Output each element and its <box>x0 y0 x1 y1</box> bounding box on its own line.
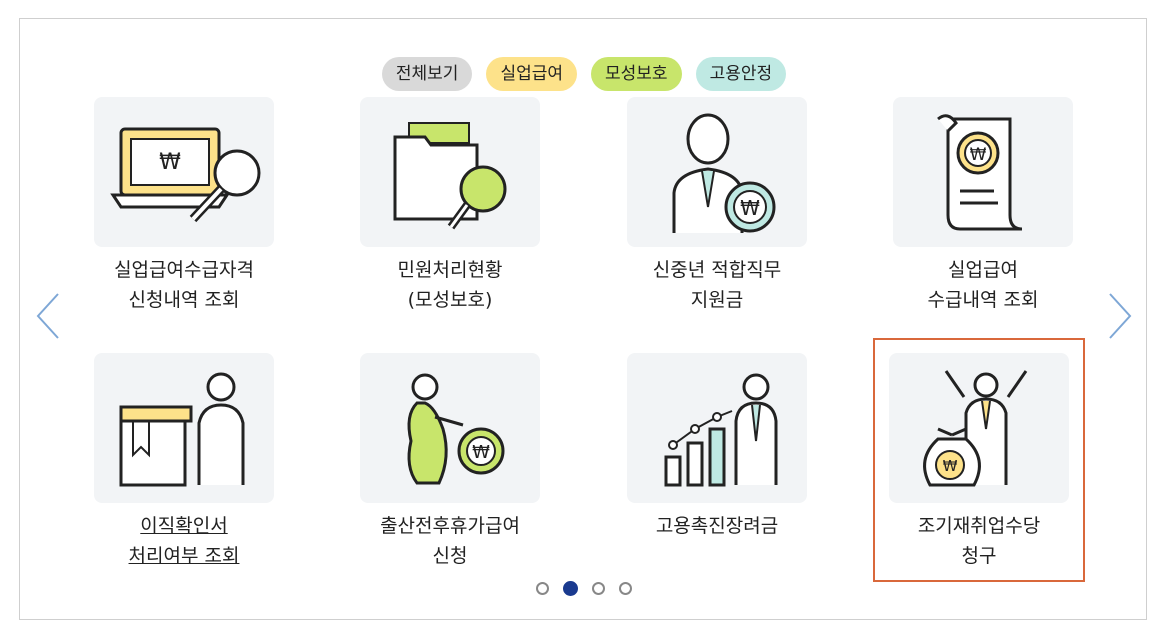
tile-label: 실업급여 수급내역 조회 <box>927 259 1039 311</box>
page-dot-4[interactable] <box>618 582 632 595</box>
tile-label: 민원처리현황 (모성보호) <box>397 259 503 311</box>
chevron-right-icon <box>1109 293 1132 339</box>
tile-maternity-leave-benefit[interactable]: ₩ 출산전후휴가급여 신청 <box>348 353 552 571</box>
tile-art <box>627 353 807 503</box>
svg-text:₩: ₩ <box>159 150 181 175</box>
tile-separation-confirmation[interactable]: 이직확인서 처리여부 조회 <box>82 353 286 571</box>
laptop-magnifier-icon: ₩ <box>110 127 261 223</box>
tile-art: ₩ <box>889 353 1069 503</box>
carousel-prev-button[interactable] <box>34 290 62 342</box>
page-dot-1[interactable] <box>535 582 549 595</box>
growth-chart-person-icon <box>664 373 778 487</box>
tile-art: ₩ <box>627 97 807 247</box>
senior-worker-coin-icon: ₩ <box>672 113 776 233</box>
svg-text:₩: ₩ <box>970 145 987 165</box>
tile-early-reemployment-allowance[interactable]: ₩ 조기재취업수당 청구 <box>873 338 1085 582</box>
tile-art: ₩ <box>893 97 1073 247</box>
tile-unemployment-payment-history[interactable]: ₩ 실업급여 수급내역 조회 <box>881 97 1085 315</box>
won-document-icon: ₩ <box>937 114 1023 231</box>
tile-art <box>94 353 274 503</box>
tile-employment-promotion-incentive[interactable]: 고용촉진장려금 <box>615 353 819 541</box>
svg-text:₩: ₩ <box>472 442 490 463</box>
folder-magnifier-icon <box>393 122 507 230</box>
page-dot-3[interactable] <box>591 582 605 595</box>
tile-art <box>360 97 540 247</box>
filter-all[interactable]: 전체보기 <box>381 57 473 91</box>
tile-label: 이직확인서 처리여부 조회 <box>128 515 240 567</box>
pregnant-woman-coin-icon: ₩ <box>407 373 505 485</box>
tile-label: 조기재취업수당 청구 <box>917 515 1041 567</box>
carousel-next-button[interactable] <box>1106 290 1134 342</box>
svg-text:₩: ₩ <box>740 196 760 220</box>
celebrating-person-moneybag-icon: ₩ <box>923 370 1028 487</box>
chevron-left-icon <box>36 293 59 339</box>
svg-text:₩: ₩ <box>943 457 958 475</box>
carousel-pagination <box>0 581 1167 596</box>
book-person-icon <box>119 372 245 487</box>
filter-maternity-protection[interactable]: 모성보호 <box>591 57 682 91</box>
tile-label: 신중년 적합직무 지원금 <box>652 259 782 311</box>
filter-employment-stability[interactable]: 고용안정 <box>695 57 787 91</box>
tile-label: 출산전후휴가급여 신청 <box>380 515 520 567</box>
page-dot-2[interactable] <box>562 581 578 596</box>
category-filter-bar: 전체보기 실업급여 모성보호 고용안정 <box>20 57 1148 91</box>
tile-middle-aged-job-subsidy[interactable]: ₩ 신중년 적합직무 지원금 <box>615 97 819 315</box>
tile-label: 고용촉진장려금 <box>655 515 779 537</box>
tile-unemployment-eligibility[interactable]: ₩ 실업급여수급자격 신청내역 조회 <box>82 97 286 315</box>
tile-art: ₩ <box>360 353 540 503</box>
tile-label: 실업급여수급자격 신청내역 조회 <box>114 259 254 311</box>
tile-art: ₩ <box>94 97 274 247</box>
filter-unemployment-benefit[interactable]: 실업급여 <box>486 57 577 91</box>
tile-complaint-status-maternity[interactable]: 민원처리현황 (모성보호) <box>348 97 552 315</box>
